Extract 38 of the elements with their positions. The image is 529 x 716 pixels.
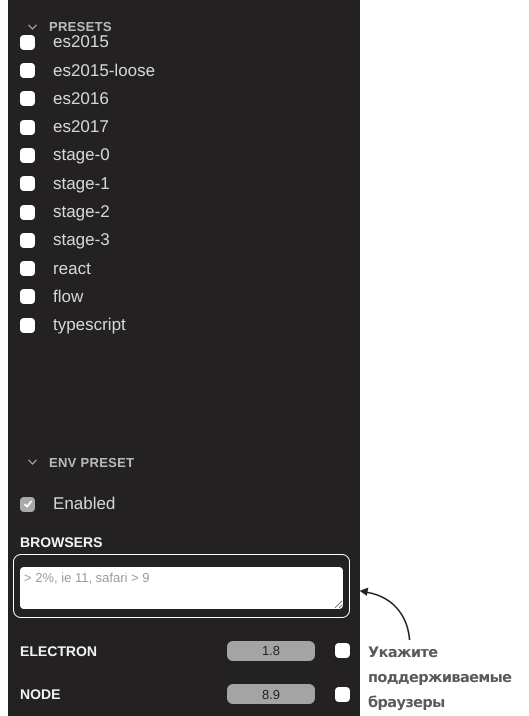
preset-label[interactable]: flow: [53, 286, 84, 307]
preset-label[interactable]: es2015: [53, 32, 109, 52]
preset-label[interactable]: es2015-loose: [53, 60, 156, 81]
version-field[interactable]: 1.8: [227, 640, 315, 661]
browsers-label: BROWSERS: [20, 534, 102, 550]
preset-label[interactable]: stage-2: [53, 202, 110, 222]
section-title[interactable]: ENV PRESET: [49, 454, 134, 470]
annotation-text: Укажите поддерживаемые браузеры: [368, 644, 512, 713]
checkbox[interactable]: [20, 63, 35, 78]
preset-label[interactable]: stage-3: [53, 230, 110, 250]
version-label: NODE: [20, 686, 62, 702]
preset-label[interactable]: es2016: [53, 88, 109, 109]
enabled-label[interactable]: Enabled: [53, 494, 116, 514]
browsers-field[interactable]: > 2%, ie 11, safari > 9: [20, 566, 343, 609]
checkbox[interactable]: [20, 232, 35, 248]
chevron-icon[interactable]: [28, 459, 37, 466]
preset-label[interactable]: typescript: [53, 315, 126, 336]
preset-label[interactable]: es2017: [53, 117, 109, 138]
checkbox[interactable]: [20, 261, 35, 276]
preset-label[interactable]: stage-1: [53, 174, 110, 194]
checkbox[interactable]: [20, 34, 35, 50]
section-title[interactable]: PRESETS: [49, 19, 112, 34]
version-label: ELECTRON: [20, 642, 98, 659]
preset-label[interactable]: react: [53, 258, 91, 279]
checkbox[interactable]: [20, 318, 35, 333]
checkbox[interactable]: [20, 289, 35, 304]
checkbox[interactable]: [335, 686, 350, 702]
checkbox[interactable]: [20, 176, 35, 192]
checkbox[interactable]: [20, 148, 35, 163]
checkbox[interactable]: [20, 120, 35, 135]
check-icon: [22, 499, 32, 510]
checkbox[interactable]: [20, 496, 35, 512]
version-field[interactable]: 8.9: [227, 684, 315, 704]
checkbox[interactable]: [335, 643, 350, 658]
checkbox[interactable]: [20, 91, 35, 106]
preset-label[interactable]: stage-0: [53, 145, 110, 166]
checkbox[interactable]: [20, 204, 35, 220]
chevron-icon[interactable]: [28, 24, 37, 30]
